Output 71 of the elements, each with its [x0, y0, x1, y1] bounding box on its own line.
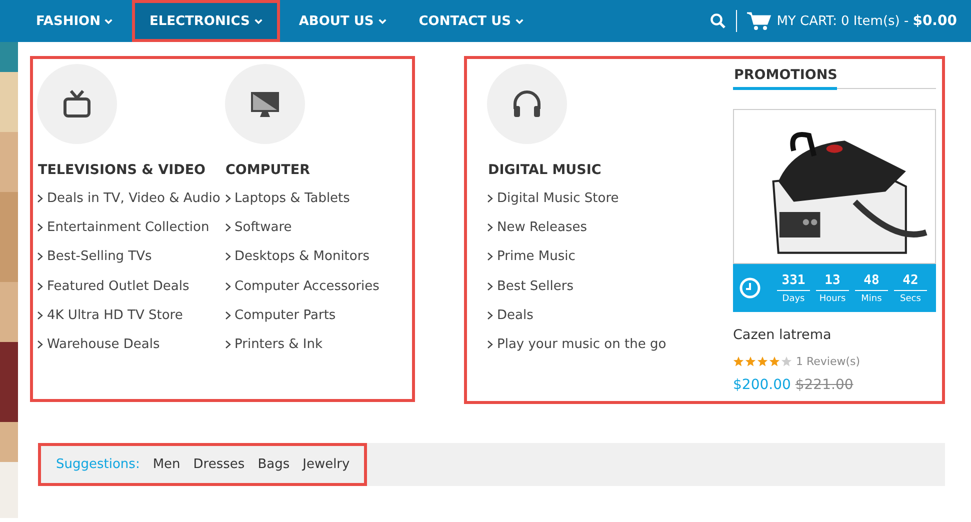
- category-link[interactable]: Computer Parts: [234, 308, 336, 323]
- nav-tab[interactable]: FASHION: [20, 1, 130, 41]
- chevron-right-icon: [487, 194, 493, 204]
- cart-icon[interactable]: [746, 11, 771, 31]
- chevron-right-icon: [224, 310, 230, 320]
- chevron-right-icon: [37, 252, 43, 262]
- chevron-right-icon: [37, 223, 43, 232]
- suggestion-link[interactable]: Dresses: [193, 457, 245, 472]
- category-link[interactable]: Computer Accessories: [234, 278, 380, 294]
- countdown-unit: Days: [782, 294, 805, 304]
- chevron-right-icon: [487, 282, 493, 291]
- chevron-right-icon: [487, 223, 493, 232]
- category-title: DIGITAL MUSIC: [488, 162, 602, 178]
- product-name[interactable]: Cazen latrema: [733, 327, 936, 343]
- review-count[interactable]: 1 Review(s): [796, 355, 860, 368]
- category-link[interactable]: Digital Music Store: [497, 191, 619, 206]
- countdown-value: 42: [894, 272, 927, 290]
- category-link[interactable]: Featured Outlet Deals: [47, 278, 190, 294]
- countdown-unit: Hours: [819, 294, 846, 304]
- category-link[interactable]: Software: [234, 220, 292, 236]
- chevron-down-icon: [104, 16, 114, 26]
- suggestion-link[interactable]: Men: [152, 457, 180, 472]
- chevron-right-icon: [224, 223, 230, 232]
- nav-tab[interactable]: CONTACT US: [402, 1, 540, 41]
- category-title: TELEVISIONS & VIDEO: [38, 162, 207, 178]
- suggestion-link[interactable]: Bags: [258, 457, 290, 472]
- chevron-right-icon: [224, 340, 230, 350]
- chevron-right-icon: [37, 194, 43, 204]
- chevron-right-icon: [37, 340, 43, 350]
- suggestion-link[interactable]: Jewelry: [302, 457, 350, 472]
- category-link[interactable]: Best Sellers: [497, 278, 574, 294]
- chevron-right-icon: [224, 282, 230, 291]
- promotions-heading: PROMOTIONS: [733, 67, 838, 90]
- countdown-unit: Secs: [900, 294, 921, 304]
- cart-count: 0 Item(s) -: [840, 14, 909, 28]
- category-link[interactable]: Desktops & Monitors: [234, 249, 370, 264]
- product-price: $200.00: [733, 377, 791, 393]
- chevron-right-icon: [37, 310, 43, 320]
- category-link[interactable]: Printers & Ink: [234, 337, 323, 352]
- category-link[interactable]: Deals in TV, Video & Audio: [47, 191, 220, 206]
- category-link[interactable]: Laptops & Tablets: [234, 191, 350, 206]
- category-link[interactable]: New Releases: [497, 220, 588, 236]
- search-icon[interactable]: [710, 13, 726, 29]
- countdown-value: 48: [855, 272, 888, 290]
- countdown-value: 331: [777, 272, 810, 290]
- category-link[interactable]: Best-Selling TVs: [47, 249, 152, 264]
- countdown-unit: Mins: [861, 294, 882, 304]
- suggestions-label: Suggestions:: [56, 457, 140, 472]
- cart-total: $0.00: [912, 13, 957, 29]
- nav-tab[interactable]: ABOUT US: [282, 1, 403, 41]
- category-link[interactable]: Prime Music: [497, 249, 576, 264]
- category-title: COMPUTER: [226, 162, 312, 178]
- chevron-down-icon: [378, 16, 387, 26]
- chevron-right-icon: [224, 194, 230, 204]
- chevron-right-icon: [487, 340, 493, 350]
- old-price: $221.00: [795, 377, 854, 393]
- chevron-down-icon: [515, 16, 524, 26]
- chevron-right-icon: [487, 252, 493, 262]
- chevron-right-icon: [487, 310, 493, 320]
- nav-tab[interactable]: ELECTRONICS: [133, 1, 279, 41]
- chevron-right-icon: [224, 252, 230, 262]
- countdown-value: 13: [816, 272, 849, 290]
- clock-icon: [739, 277, 761, 299]
- cart-label[interactable]: MY CART:: [776, 14, 837, 28]
- chevron-right-icon: [37, 282, 43, 291]
- category-link[interactable]: Play your music on the go: [497, 337, 666, 352]
- chevron-down-icon: [254, 16, 263, 26]
- category-link[interactable]: Entertainment Collection: [47, 220, 210, 236]
- category-link[interactable]: Warehouse Deals: [47, 337, 160, 352]
- category-link[interactable]: Deals: [497, 308, 534, 323]
- category-link[interactable]: 4K Ultra HD TV Store: [47, 308, 183, 323]
